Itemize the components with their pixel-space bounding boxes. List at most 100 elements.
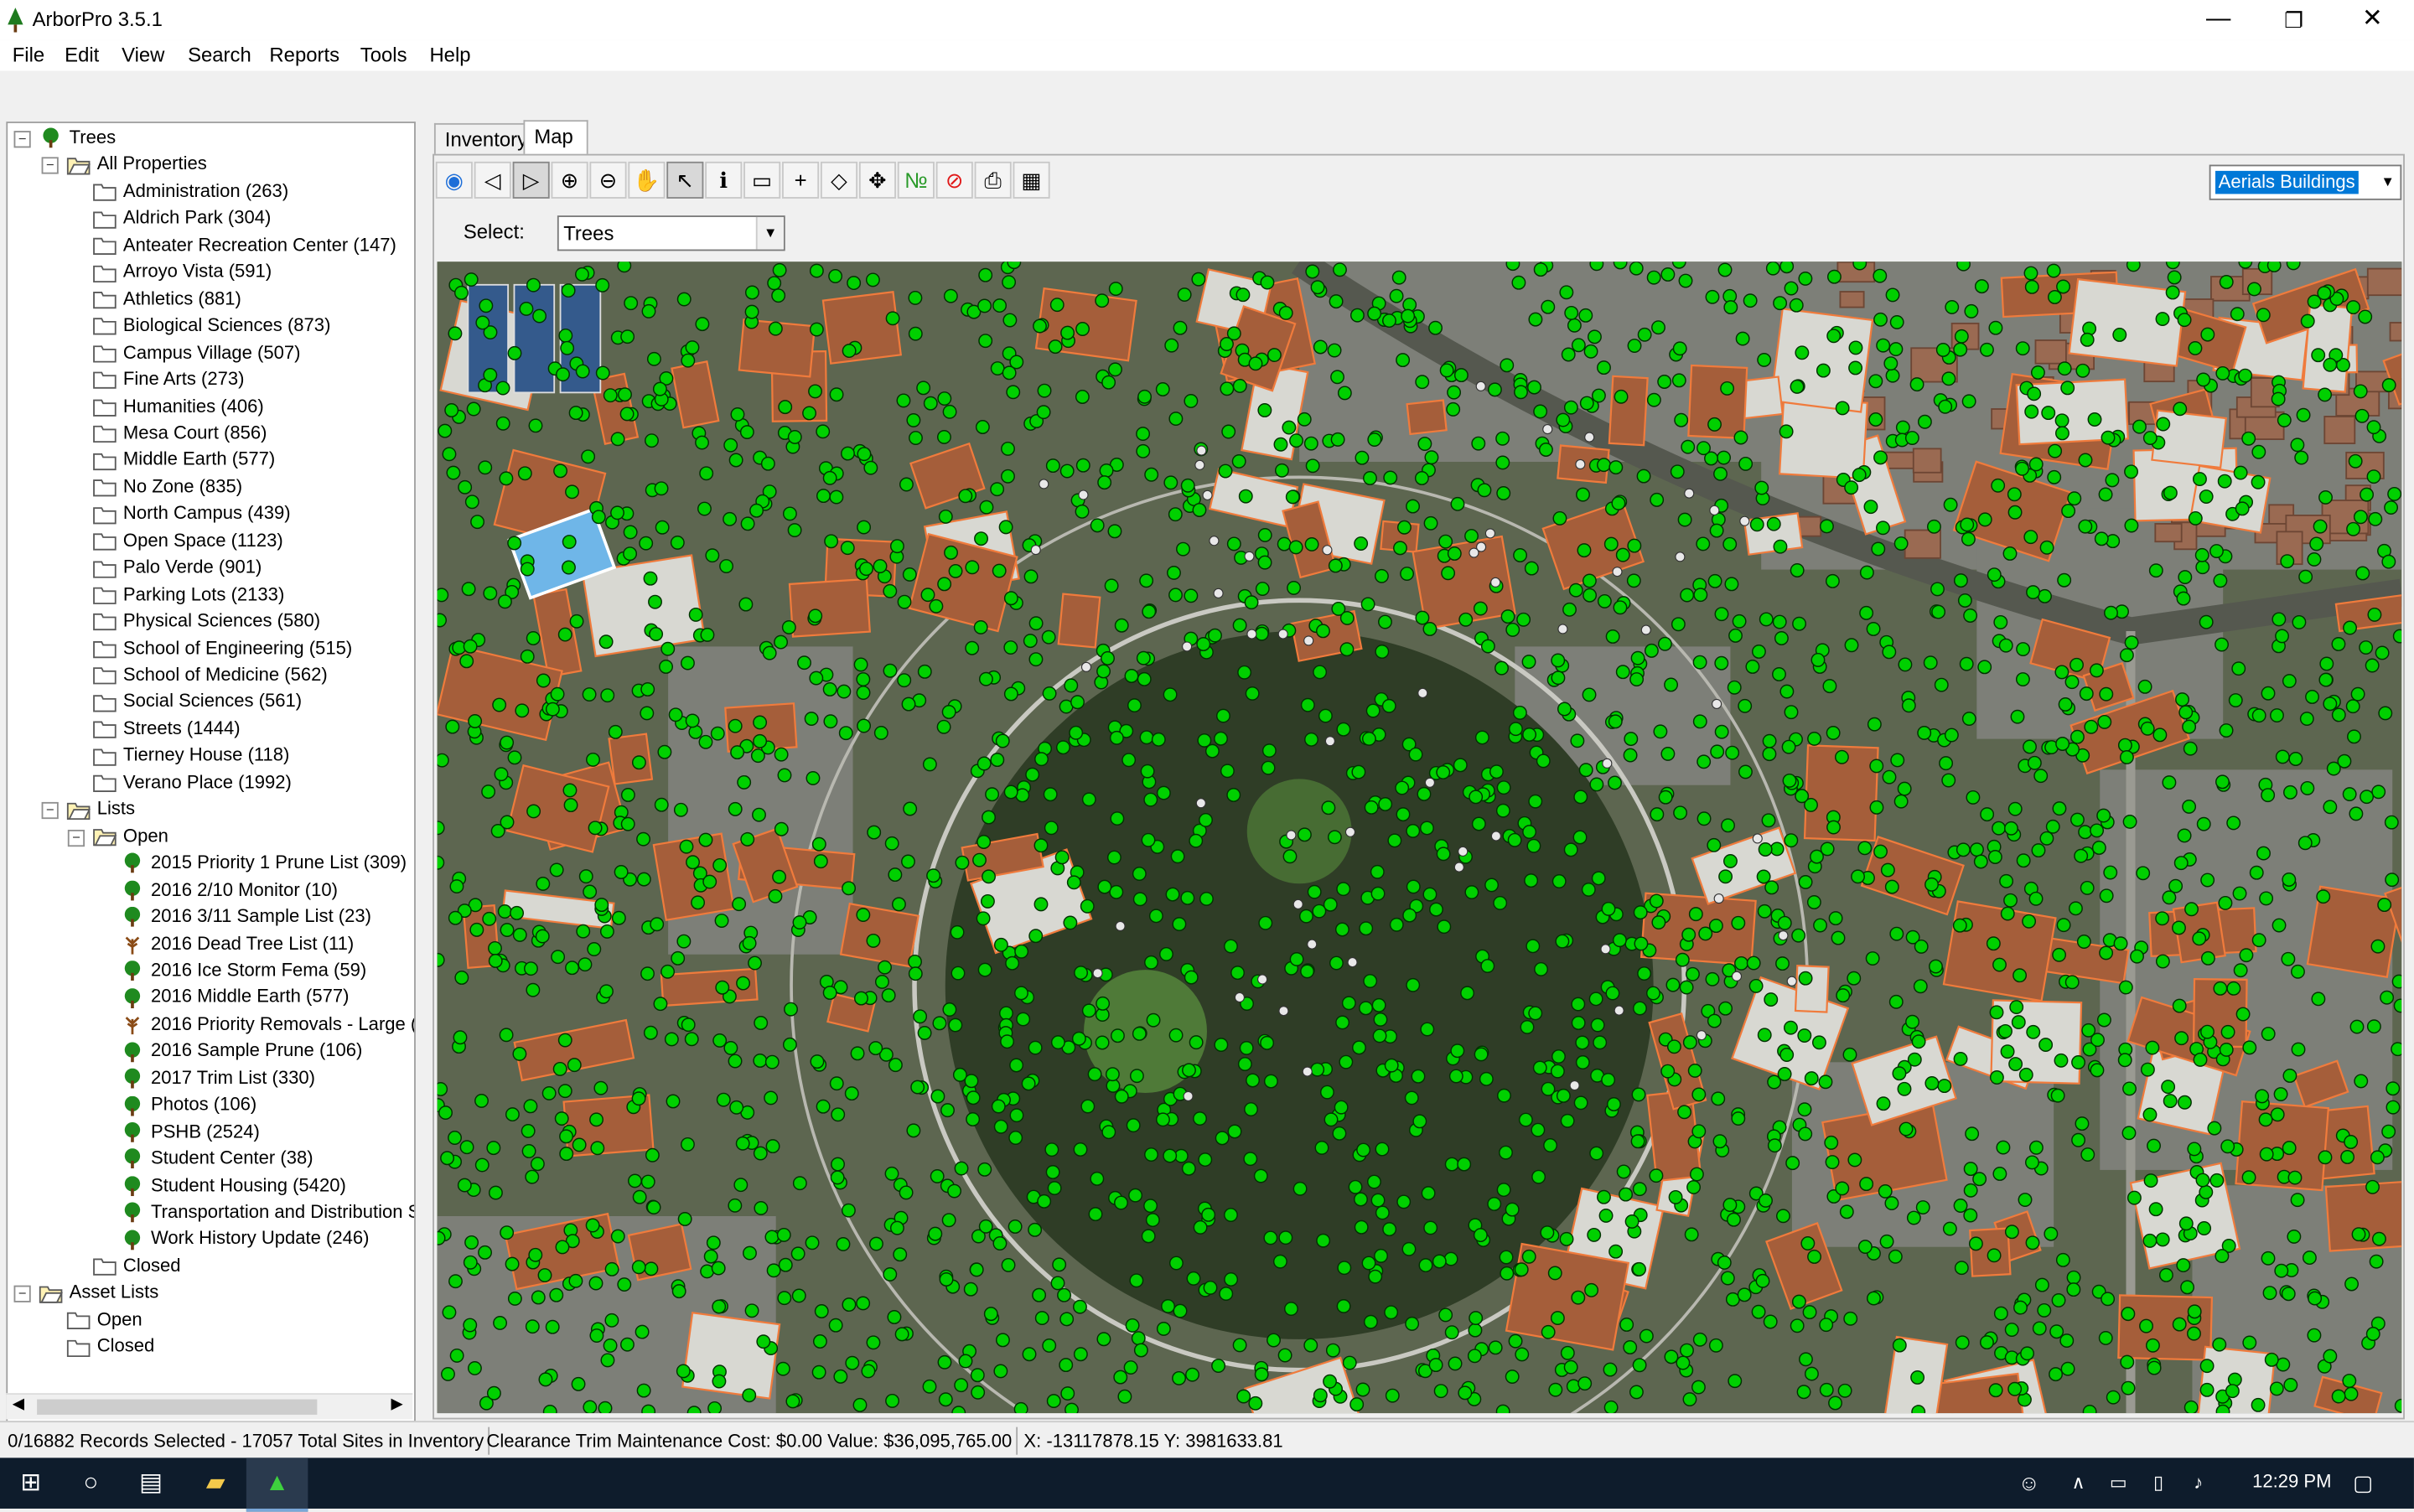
map-canvas[interactable] (437, 261, 2402, 1414)
print-icon[interactable]: ⎙ (974, 161, 1012, 199)
tree-item-list[interactable]: 2016 3/11 Sample List (23) (120, 904, 371, 929)
tree-item-property[interactable]: Arroyo Vista (591) (92, 259, 272, 285)
chevron-down-icon[interactable]: ▼ (2375, 166, 2400, 199)
tree-item-property[interactable]: Administration (263) (92, 179, 288, 205)
clock[interactable]: 12:29 PM (2252, 1470, 2331, 1492)
tree-marker (1339, 610, 1355, 625)
tree-item-list[interactable]: Work History Update (246) (120, 1226, 369, 1252)
close-button[interactable]: ✕ (2337, 0, 2407, 40)
tree-item-list[interactable]: 2016 Dead Tree List (11) (120, 930, 354, 956)
folder-icon (92, 558, 117, 578)
tree-node-asset-lists[interactable]: Asset Lists (39, 1280, 158, 1306)
menu-help[interactable]: Help (429, 43, 470, 66)
collapse-toggle-icon[interactable]: − (41, 802, 59, 820)
tree-panel[interactable]: Trees − All Properties − Administration (263… (6, 122, 416, 1423)
tree-item-list[interactable]: 2017 Trim List (330) (120, 1065, 315, 1091)
tree-item-list[interactable]: 2016 2/10 Monitor (10) (120, 877, 338, 903)
polygon-icon[interactable]: ◇ (820, 161, 858, 199)
layer-dropdown[interactable]: Aerials Buildings ▼ (2209, 164, 2402, 200)
tree-item-property[interactable]: Physical Sciences (580) (92, 608, 320, 634)
collapse-toggle-icon[interactable]: − (13, 1286, 31, 1303)
scroll-left-icon[interactable]: ◀ (13, 1396, 24, 1413)
collapse-toggle-icon[interactable]: − (13, 131, 31, 148)
tree-node-lists[interactable]: Lists (66, 796, 135, 822)
tree-root-trees[interactable]: Trees (39, 125, 116, 151)
tree-item-property[interactable]: Athletics (881) (92, 286, 241, 312)
table-icon[interactable]: ▦ (1013, 161, 1050, 199)
pan-hand-icon[interactable]: ✋ (628, 161, 666, 199)
chevron-down-icon[interactable]: ▼ (755, 216, 784, 250)
restore-button[interactable]: ❐ (2258, 0, 2329, 40)
select-dropdown[interactable]: Trees ▼ (557, 215, 785, 251)
tree-item-list[interactable]: 2016 Ice Storm Fema (59) (120, 957, 366, 983)
scrollbar-thumb[interactable] (37, 1399, 318, 1415)
tree-item-property[interactable]: School of Engineering (515) (92, 635, 352, 661)
aerial-map[interactable] (437, 261, 2402, 1414)
tree-item-property[interactable]: Parking Lots (2133) (92, 582, 284, 608)
tree-item-property[interactable]: Aldrich Park (304) (92, 205, 271, 231)
tree-item-list[interactable]: 2015 Priority 1 Prune List (309) (120, 850, 407, 876)
zoom-out-icon[interactable]: ⊖ (589, 161, 627, 199)
tree-item-property[interactable]: Anteater Recreation Center (147) (92, 232, 396, 258)
tree-item-list[interactable]: PSHB (2524) (120, 1119, 260, 1145)
tree-item-property[interactable]: North Campus (439) (92, 500, 291, 526)
collapse-toggle-icon[interactable]: − (41, 158, 59, 175)
crosshair-icon[interactable]: + (782, 161, 820, 199)
collapse-toggle-icon[interactable]: − (67, 829, 85, 847)
numbering-icon[interactable]: № (897, 161, 935, 199)
back-icon[interactable]: ◁ (474, 161, 511, 199)
tree-item-property[interactable]: Humanities (406) (92, 393, 264, 419)
file-explorer-icon[interactable]: ▰ (184, 1458, 246, 1509)
tree-item-list[interactable]: Transportation and Distribution Se (120, 1199, 414, 1225)
tree-horizontal-scrollbar[interactable]: ◀ ▶ (6, 1393, 413, 1420)
menu-tools[interactable]: Tools (360, 43, 407, 66)
tree-item-list[interactable]: 2016 Middle Earth (577) (120, 984, 349, 1010)
menu-search[interactable]: Search (188, 43, 251, 66)
measure-icon[interactable]: ▭ (743, 161, 781, 199)
move-icon[interactable]: ✥ (858, 161, 896, 199)
info-icon[interactable]: ℹ (705, 161, 743, 199)
tree-item-property[interactable]: Mesa Court (856) (92, 420, 267, 446)
clear-icon[interactable]: ⊘ (935, 161, 973, 199)
menu-reports[interactable]: Reports (269, 43, 339, 66)
tree-item-property[interactable]: Fine Arts (273) (92, 366, 244, 392)
volume-muted-icon[interactable]: ♪ (2168, 1458, 2229, 1509)
search-circle-icon[interactable]: ○ (60, 1458, 122, 1509)
arborpro-taskbar-icon[interactable]: ▲ (246, 1458, 308, 1512)
tree-item-property[interactable]: Palo Verde (901) (92, 555, 262, 581)
tree-item-list[interactable]: 2016 Sample Prune (106) (120, 1038, 362, 1064)
tree-node-open-lists[interactable]: Open (92, 823, 168, 849)
tree-item-property[interactable]: Streets (1444) (92, 716, 241, 742)
tab-inventory[interactable]: Inventory (433, 122, 527, 156)
tree-item-property[interactable]: Tierney House (118) (92, 743, 289, 769)
select-arrow-icon[interactable]: ↖ (666, 161, 704, 199)
tree-item-property[interactable]: Biological Sciences (873) (92, 313, 330, 339)
menu-view[interactable]: View (122, 43, 164, 66)
tab-map[interactable]: Map (523, 120, 588, 156)
tree-item-property[interactable]: Open Space (1123) (92, 528, 283, 554)
tree-item-property[interactable]: Social Sciences (561) (92, 689, 302, 715)
task-view-icon[interactable]: ▤ (120, 1458, 181, 1509)
tree-item-list[interactable]: Photos (106) (120, 1092, 256, 1118)
scroll-right-icon[interactable]: ▶ (391, 1396, 403, 1413)
tree-item-list[interactable]: Student Center (38) (120, 1146, 313, 1172)
minimize-button[interactable]: — (2183, 0, 2253, 40)
globe-icon[interactable]: ◉ (435, 161, 473, 199)
tree-item-property[interactable]: No Zone (835) (92, 474, 242, 500)
tree-node-asset-closed[interactable]: Closed (66, 1333, 154, 1359)
menu-edit[interactable]: Edit (65, 43, 99, 66)
tree-node-asset-open[interactable]: Open (66, 1307, 142, 1333)
tree-item-list[interactable]: Student Housing (5420) (120, 1173, 346, 1199)
menu-file[interactable]: File (13, 43, 44, 66)
tree-node-all-properties[interactable]: All Properties (66, 152, 207, 178)
tree-item-property[interactable]: School of Medicine (562) (92, 662, 328, 688)
tree-item-property[interactable]: Verano Place (1992) (92, 769, 292, 795)
tree-item-property[interactable]: Middle Earth (577) (92, 447, 275, 473)
tree-item-property[interactable]: Campus Village (507) (92, 339, 300, 365)
windows-start-icon[interactable]: ⊞ (0, 1458, 61, 1509)
tree-item-list[interactable]: 2016 Priority Removals - Large (53 (120, 1011, 414, 1037)
zoom-in-icon[interactable]: ⊕ (551, 161, 588, 199)
tree-node-closed-lists[interactable]: Closed (92, 1253, 181, 1279)
notification-icon[interactable]: ▢ (2333, 1458, 2394, 1509)
forward-icon[interactable]: ▷ (512, 161, 550, 199)
